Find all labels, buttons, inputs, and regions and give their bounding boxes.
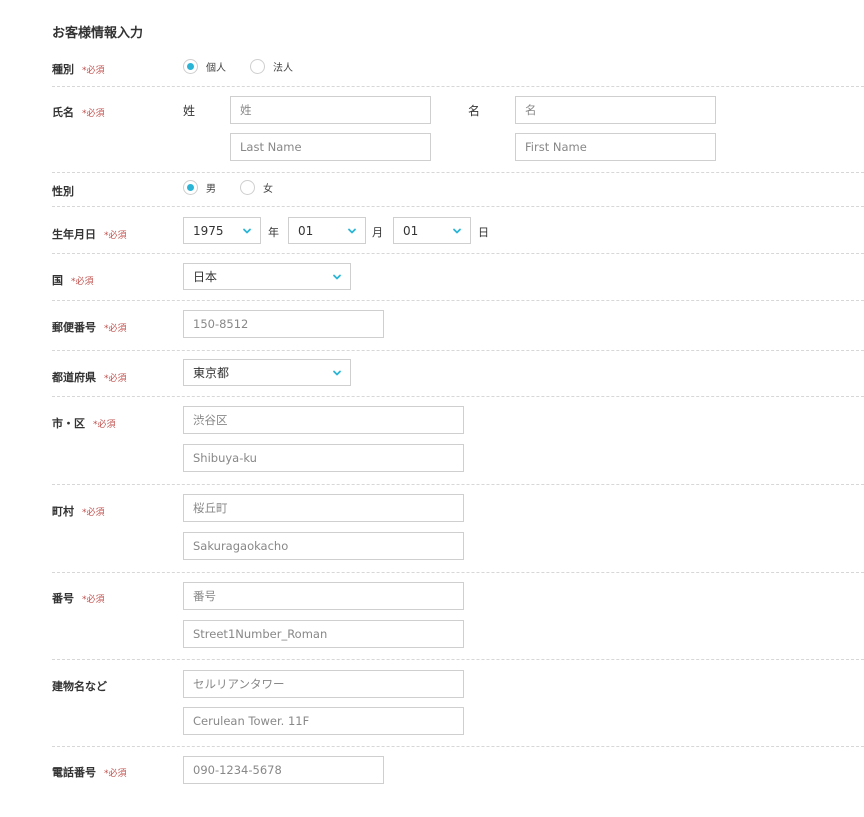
last-name-input[interactable] xyxy=(230,96,431,124)
building-roman-input[interactable] xyxy=(183,707,464,735)
prefecture-select[interactable]: 東京都 xyxy=(183,359,351,386)
divider xyxy=(52,746,864,747)
year-unit: 年 xyxy=(268,226,279,239)
divider xyxy=(52,206,864,207)
city-roman-input[interactable] xyxy=(183,444,464,472)
last-name-roman-input[interactable] xyxy=(230,133,431,161)
building-input[interactable] xyxy=(183,670,464,698)
building-label: 建物名など xyxy=(52,680,107,693)
radio-corporation-label: 法人 xyxy=(273,63,293,74)
required-mark: *必須 xyxy=(82,508,105,518)
town-roman-input[interactable] xyxy=(183,532,464,560)
chevron-down-icon xyxy=(243,228,251,234)
city-input[interactable] xyxy=(183,406,464,434)
city-label: 市・区 *必須 xyxy=(52,417,116,430)
chevron-down-icon xyxy=(333,274,341,280)
required-mark: *必須 xyxy=(82,66,105,76)
divider xyxy=(52,659,864,660)
divider xyxy=(52,300,864,301)
country-value: 日本 xyxy=(193,270,218,284)
type-label: 種別 *必須 xyxy=(52,63,105,76)
street-number-input[interactable] xyxy=(183,582,464,610)
radio-male-label: 男 xyxy=(206,184,216,195)
chevron-down-icon xyxy=(333,370,341,376)
last-name-label: 姓 xyxy=(183,104,196,118)
radio-male[interactable] xyxy=(183,180,198,195)
chevron-down-icon xyxy=(348,228,356,234)
required-mark: *必須 xyxy=(71,277,94,287)
gender-radio-group: 男 女 xyxy=(183,180,297,195)
radio-female-label: 女 xyxy=(263,184,273,195)
birth-month-select[interactable]: 01 xyxy=(288,217,366,244)
day-unit: 日 xyxy=(478,226,489,239)
divider xyxy=(52,253,864,254)
month-unit: 月 xyxy=(372,226,383,239)
required-mark: *必須 xyxy=(104,324,127,334)
divider xyxy=(52,350,864,351)
type-radio-group: 個人 法人 xyxy=(183,59,317,74)
first-name-input[interactable] xyxy=(515,96,716,124)
radio-female[interactable] xyxy=(240,180,255,195)
divider xyxy=(52,172,864,173)
divider xyxy=(52,86,864,87)
birth-day-select[interactable]: 01 xyxy=(393,217,471,244)
phone-input[interactable] xyxy=(183,756,384,784)
radio-corporation[interactable] xyxy=(250,59,265,74)
divider xyxy=(52,484,864,485)
street-number-roman-input[interactable] xyxy=(183,620,464,648)
town-label: 町村 *必須 xyxy=(52,505,105,518)
postal-label: 郵便番号 *必須 xyxy=(52,321,127,334)
street-label: 番号 *必須 xyxy=(52,592,105,605)
required-mark: *必須 xyxy=(104,231,127,241)
radio-individual-label: 個人 xyxy=(206,63,226,74)
prefecture-value: 東京都 xyxy=(193,366,230,380)
divider xyxy=(52,396,864,397)
required-mark: *必須 xyxy=(104,769,127,779)
birth-day-value: 01 xyxy=(403,223,419,238)
name-label: 氏名 *必須 xyxy=(52,106,105,119)
divider xyxy=(52,572,864,573)
birth-month-value: 01 xyxy=(298,223,314,238)
phone-label: 電話番号 *必須 xyxy=(52,766,127,779)
first-name-label: 名 xyxy=(468,104,481,118)
first-name-roman-input[interactable] xyxy=(515,133,716,161)
country-label: 国 *必須 xyxy=(52,274,94,287)
birth-year-value: 1975 xyxy=(193,223,224,238)
gender-label: 性別 xyxy=(52,185,74,198)
birthdate-label: 生年月日 *必須 xyxy=(52,228,127,241)
required-mark: *必須 xyxy=(104,374,127,384)
required-mark: *必須 xyxy=(82,595,105,605)
postal-code-input[interactable] xyxy=(183,310,384,338)
page-title: お客様情報入力 xyxy=(52,26,144,41)
birth-year-select[interactable]: 1975 xyxy=(183,217,261,244)
radio-individual[interactable] xyxy=(183,59,198,74)
required-mark: *必須 xyxy=(93,420,116,430)
prefecture-label: 都道府県 *必須 xyxy=(52,371,127,384)
required-mark: *必須 xyxy=(82,109,105,119)
chevron-down-icon xyxy=(453,228,461,234)
town-input[interactable] xyxy=(183,494,464,522)
country-select[interactable]: 日本 xyxy=(183,263,351,290)
